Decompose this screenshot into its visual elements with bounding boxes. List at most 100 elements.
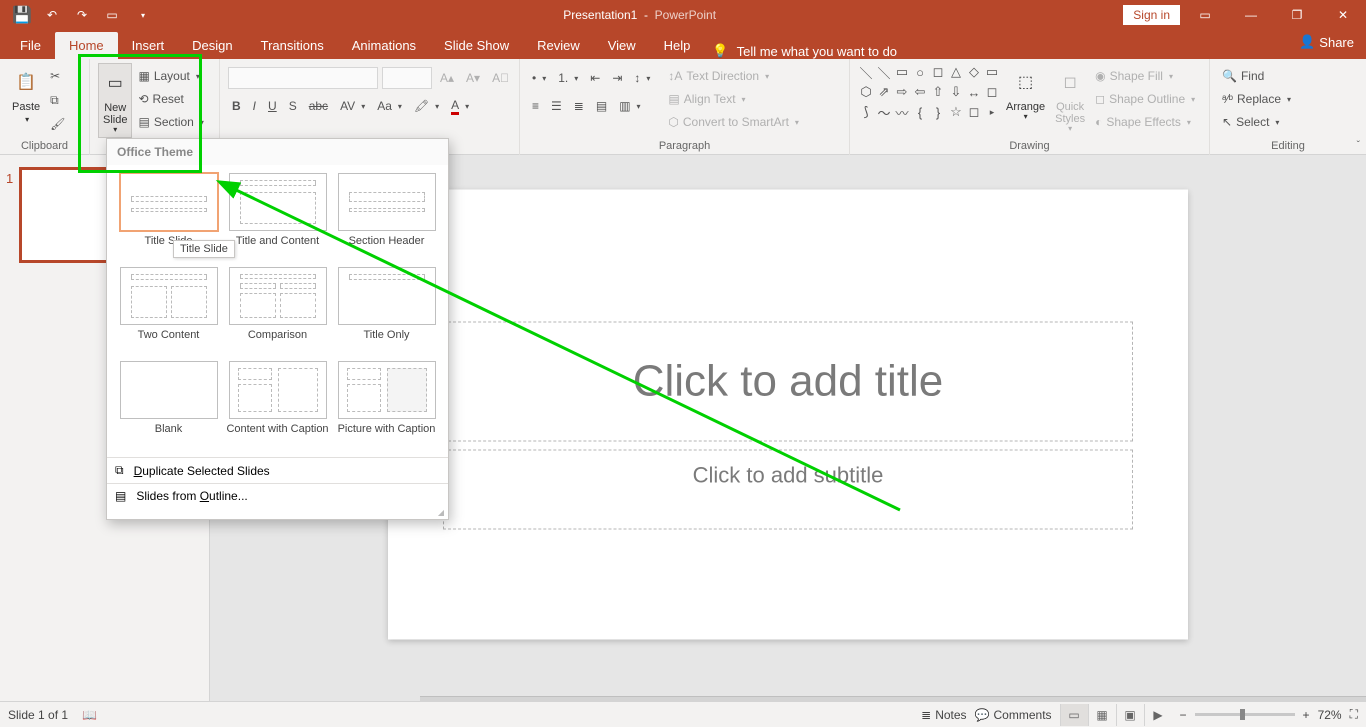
sorter-view-button[interactable]: ▦: [1088, 704, 1116, 726]
shape-outline-button[interactable]: ◻Shape Outline: [1091, 88, 1199, 110]
replace-button[interactable]: ᵃ⁄ᵇReplace: [1218, 88, 1295, 110]
shadow-button[interactable]: S: [285, 95, 301, 117]
tab-view[interactable]: View: [594, 32, 650, 59]
italic-button[interactable]: I: [249, 95, 260, 117]
bullets-button[interactable]: •: [528, 67, 550, 89]
layout-blank[interactable]: Blank: [117, 361, 220, 449]
numbering-button[interactable]: 1.: [554, 67, 582, 89]
shape-effects-button[interactable]: ◐Shape Effects: [1091, 111, 1199, 133]
paste-button[interactable]: 📋 Paste: [8, 63, 44, 127]
increase-font-button[interactable]: A▴: [436, 67, 458, 89]
columns-button[interactable]: ▥: [615, 95, 644, 117]
redo-button[interactable]: ↷: [68, 3, 96, 27]
fit-to-window-button[interactable]: ⛶: [1350, 707, 1358, 722]
decrease-indent-button[interactable]: ⇤: [586, 67, 604, 89]
layout-content-with-caption[interactable]: Content with Caption: [226, 361, 329, 449]
text-direction-button[interactable]: ↕AText Direction: [664, 65, 803, 87]
tab-file[interactable]: File: [6, 32, 55, 59]
zoom-percent[interactable]: 72%: [1318, 708, 1342, 722]
line-spacing-button[interactable]: ↕: [630, 67, 654, 89]
font-color-button[interactable]: A: [447, 95, 473, 117]
close-button[interactable]: ✕: [1320, 0, 1366, 30]
slides-from-outline-item[interactable]: ▤ Slides from Outline...: [107, 483, 448, 508]
tab-slideshow[interactable]: Slide Show: [430, 32, 523, 59]
align-text-button[interactable]: ▤Align Text: [664, 88, 803, 110]
quick-styles-button[interactable]: ◻ Quick Styles ▾: [1051, 63, 1089, 136]
layout-picture-with-caption[interactable]: Picture with Caption: [335, 361, 438, 449]
strikethrough-button[interactable]: abc: [305, 95, 332, 117]
layout-title-and-content[interactable]: Title and Content: [226, 173, 329, 261]
status-bar: Slide 1 of 1 📖 ≣Notes 💬Comments ▭ ▦ ▣ ▶ …: [0, 701, 1366, 727]
font-family-dropdown[interactable]: [228, 67, 378, 89]
layout-title-only[interactable]: Title Only: [335, 267, 438, 355]
new-slide-button[interactable]: ▭ New Slide ▾: [98, 63, 132, 138]
align-left-button[interactable]: ≡: [528, 95, 543, 117]
align-right-button[interactable]: ≣: [570, 95, 588, 117]
highlight-button[interactable]: 🖍: [410, 95, 443, 117]
slideshow-view-button[interactable]: ▶: [1144, 704, 1172, 726]
char-spacing-button[interactable]: AV: [336, 95, 369, 117]
qat-customize-button[interactable]: [128, 3, 156, 27]
zoom-handle[interactable]: [1240, 709, 1245, 720]
layout-two-content[interactable]: Two Content: [117, 267, 220, 355]
start-from-beginning-button[interactable]: ▭: [98, 3, 126, 27]
collapse-ribbon-button[interactable]: ˇ: [1357, 140, 1360, 151]
clear-formatting-button[interactable]: A⃠: [488, 67, 513, 89]
format-painter-button[interactable]: 🖌: [46, 113, 69, 135]
tab-transitions[interactable]: Transitions: [247, 32, 338, 59]
ribbon-display-button[interactable]: ▭: [1182, 0, 1228, 30]
spellcheck-button[interactable]: 📖: [82, 708, 97, 722]
save-button[interactable]: 💾: [8, 3, 36, 27]
cut-button[interactable]: ✂: [46, 65, 69, 87]
zoom-in-button[interactable]: +: [1303, 708, 1310, 722]
share-icon: 👤: [1299, 34, 1315, 50]
align-text-label: Align Text: [684, 92, 736, 106]
subtitle-placeholder[interactable]: Click to add subtitle: [443, 450, 1133, 530]
outline-label: Slides from Outline...: [136, 489, 247, 503]
zoom-slider[interactable]: [1195, 713, 1295, 716]
minimize-button[interactable]: —: [1228, 0, 1274, 30]
section-button[interactable]: ▤Section: [134, 111, 207, 133]
increase-indent-button[interactable]: ⇥: [608, 67, 626, 89]
doc-name: Presentation1: [563, 8, 637, 22]
duplicate-slides-item[interactable]: ⧉ Duplicate Selected Slides: [107, 457, 448, 483]
tell-me-search[interactable]: 💡 Tell me what you want to do: [712, 43, 897, 59]
tab-help[interactable]: Help: [650, 32, 705, 59]
comments-button[interactable]: 💬Comments: [975, 708, 1052, 722]
reset-button[interactable]: ⟲Reset: [134, 88, 207, 110]
reading-view-button[interactable]: ▣: [1116, 704, 1144, 726]
tab-review[interactable]: Review: [523, 32, 594, 59]
copy-button[interactable]: ⧉: [46, 89, 69, 111]
maximize-button[interactable]: ❐: [1274, 0, 1320, 30]
select-button[interactable]: ↖Select: [1218, 111, 1283, 133]
resize-grip[interactable]: ◢: [107, 508, 448, 519]
share-button[interactable]: 👤 Share: [1299, 34, 1354, 50]
change-case-button[interactable]: Aa: [373, 95, 406, 117]
find-button[interactable]: 🔍Find: [1218, 65, 1268, 87]
zoom-out-button[interactable]: −: [1180, 708, 1187, 722]
convert-smartart-button[interactable]: ⬡Convert to SmartArt: [664, 111, 803, 133]
title-placeholder[interactable]: Click to add title: [443, 322, 1133, 442]
shape-fill-button[interactable]: ◉Shape Fill: [1091, 65, 1199, 87]
tab-home[interactable]: Home: [55, 32, 118, 59]
signin-button[interactable]: Sign in: [1123, 5, 1180, 25]
layout-section-header[interactable]: Section Header: [335, 173, 438, 261]
tab-animations[interactable]: Animations: [338, 32, 430, 59]
underline-button[interactable]: U: [264, 95, 281, 117]
slide-canvas[interactable]: Click to add title Click to add subtitle: [388, 190, 1188, 640]
notes-button[interactable]: ≣Notes: [921, 708, 966, 722]
decrease-font-button[interactable]: A▾: [462, 67, 484, 89]
align-center-button[interactable]: ☰: [547, 95, 566, 117]
undo-button[interactable]: ↶: [38, 3, 66, 27]
arrange-button[interactable]: ⬚ Arrange ▾: [1002, 63, 1049, 124]
normal-view-button[interactable]: ▭: [1060, 704, 1088, 726]
layout-comparison[interactable]: Comparison: [226, 267, 329, 355]
bold-button[interactable]: B: [228, 95, 245, 117]
shapes-gallery[interactable]: ＼＼▭○◻△◇▭ ⬡⇗⇨⇦⇧⇩↔◻ ⟆～〰{}☆◻▸: [858, 63, 1000, 121]
tab-design[interactable]: Design: [178, 32, 246, 59]
comments-icon: 💬: [975, 708, 990, 722]
font-size-dropdown[interactable]: [382, 67, 432, 89]
justify-button[interactable]: ▤: [592, 95, 611, 117]
tab-insert[interactable]: Insert: [118, 32, 179, 59]
layout-button[interactable]: ▦Layout: [134, 65, 207, 87]
